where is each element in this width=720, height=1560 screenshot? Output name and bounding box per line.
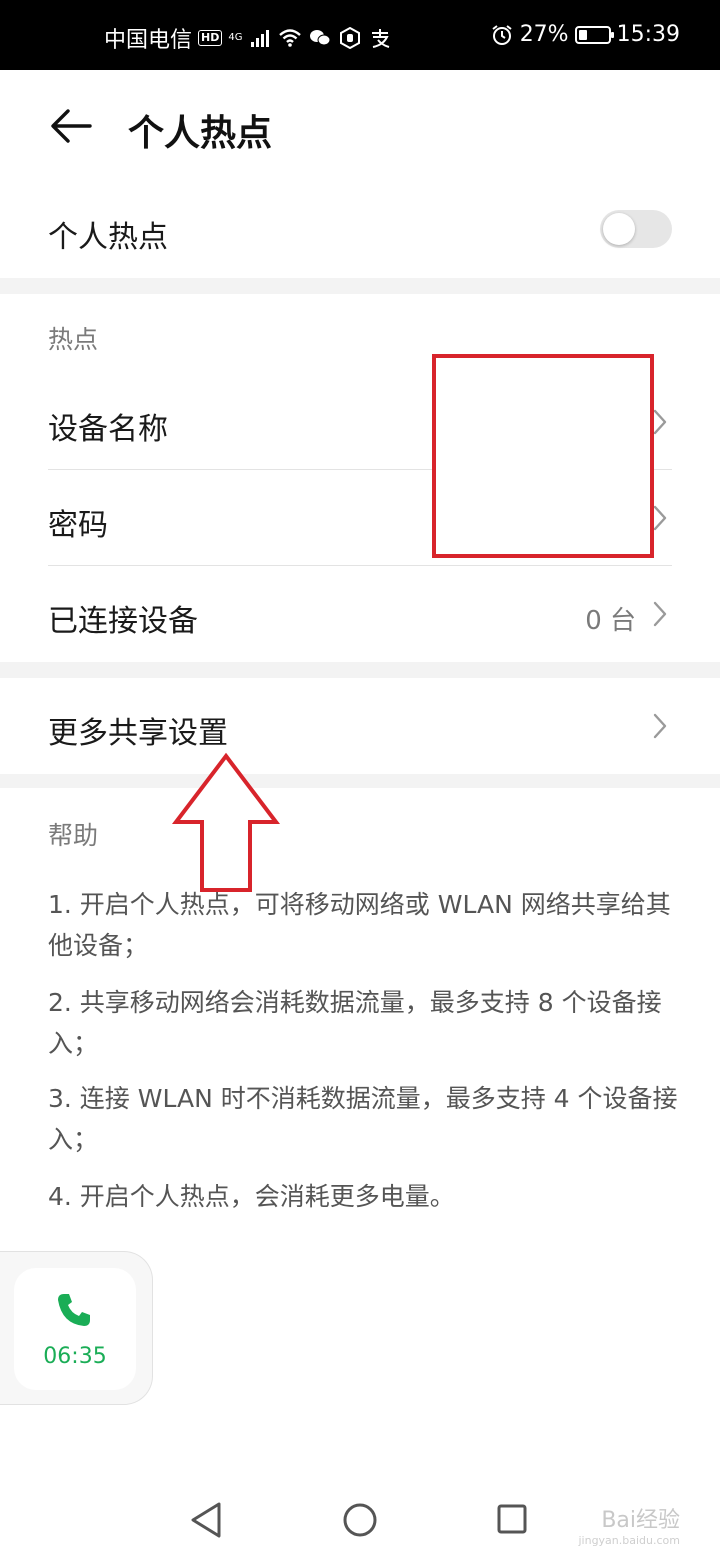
clock: 15:39 — [616, 22, 680, 47]
battery-percent: 27% — [519, 22, 569, 47]
watermark-brand: Bai经验 — [601, 1508, 680, 1533]
password-label: 密码 — [48, 508, 108, 543]
battery-fill — [578, 29, 587, 40]
connected-devices-row[interactable]: 已连接设备 0 台 — [0, 566, 720, 662]
chevron-right-icon — [653, 409, 667, 435]
status-bar: 中国电信 HD 4G 27% 15:39 — [0, 0, 720, 70]
more-sharing-settings-label: 更多共享设置 — [48, 716, 228, 751]
section-gap — [0, 774, 720, 788]
alipay-icon — [368, 26, 392, 50]
call-bubble-card[interactable]: 06:35 — [14, 1268, 136, 1390]
section-heading-hotspot: 热点 — [48, 325, 99, 354]
connected-devices-count: 0 台 — [585, 606, 636, 636]
section-gap — [0, 662, 720, 678]
status-left: 中国电信 HD 4G — [104, 22, 392, 54]
page-title: 个人热点 — [128, 113, 273, 154]
hotspot-toggle-label: 个人热点 — [48, 220, 168, 255]
back-arrow-icon — [51, 109, 92, 143]
home-nav-button[interactable] — [342, 1502, 378, 1538]
help-paragraph: 4. 开启个人热点，会消耗更多电量。 — [48, 1182, 455, 1211]
hotspot-switch[interactable] — [600, 210, 672, 248]
recents-nav-button[interactable] — [496, 1503, 528, 1535]
signal-icon — [248, 26, 272, 50]
more-sharing-settings-row[interactable]: 更多共享设置 — [0, 678, 720, 774]
watermark-url: jingyan.baidu.com — [578, 1534, 680, 1547]
baidu-jingyan-watermark: Bai经验 jingyan.baidu.com — [578, 1502, 680, 1547]
ongoing-call-bubble[interactable]: 06:35 — [0, 1252, 152, 1404]
chevron-right-icon — [653, 601, 667, 627]
section-gap — [0, 278, 720, 294]
status-right: 27% 15:39 — [490, 22, 680, 47]
switch-knob — [603, 213, 635, 245]
help-paragraph: 3. 连接 WLAN 时不消耗数据流量，最多支持 4 个设备接入； — [48, 1084, 678, 1154]
back-button[interactable] — [48, 106, 94, 146]
battery-icon — [574, 25, 614, 44]
connected-devices-label: 已连接设备 — [48, 604, 198, 639]
network-type: 4G — [228, 32, 243, 43]
help-paragraph: 1. 开启个人热点，可将移动网络或 WLAN 网络共享给其他设备； — [48, 890, 671, 960]
hand-shield-icon — [338, 26, 362, 50]
wifi-icon — [278, 26, 302, 50]
help-paragraph: 2. 共享移动网络会消耗数据流量，最多支持 8 个设备接入； — [48, 988, 662, 1058]
annotation-arrow-icon — [171, 752, 281, 892]
section-heading-help: 帮助 — [48, 821, 99, 850]
call-duration: 06:35 — [43, 1344, 107, 1369]
carrier-name: 中国电信 — [104, 28, 193, 53]
wechat-icon — [308, 26, 332, 50]
title-bar: 个人热点 — [0, 70, 720, 182]
chevron-right-icon — [653, 713, 667, 739]
hd-badge: HD — [198, 30, 223, 46]
alarm-icon — [490, 23, 514, 47]
redaction-box — [432, 354, 654, 558]
device-name-label: 设备名称 — [48, 412, 168, 447]
phone-icon — [58, 1294, 90, 1326]
chevron-right-icon — [653, 505, 667, 531]
back-nav-button[interactable] — [188, 1500, 224, 1540]
hotspot-settings-screen: 中国电信 HD 4G 27% 15:39 个人热点 个人热点 热点 设备名称 密… — [0, 0, 720, 1560]
